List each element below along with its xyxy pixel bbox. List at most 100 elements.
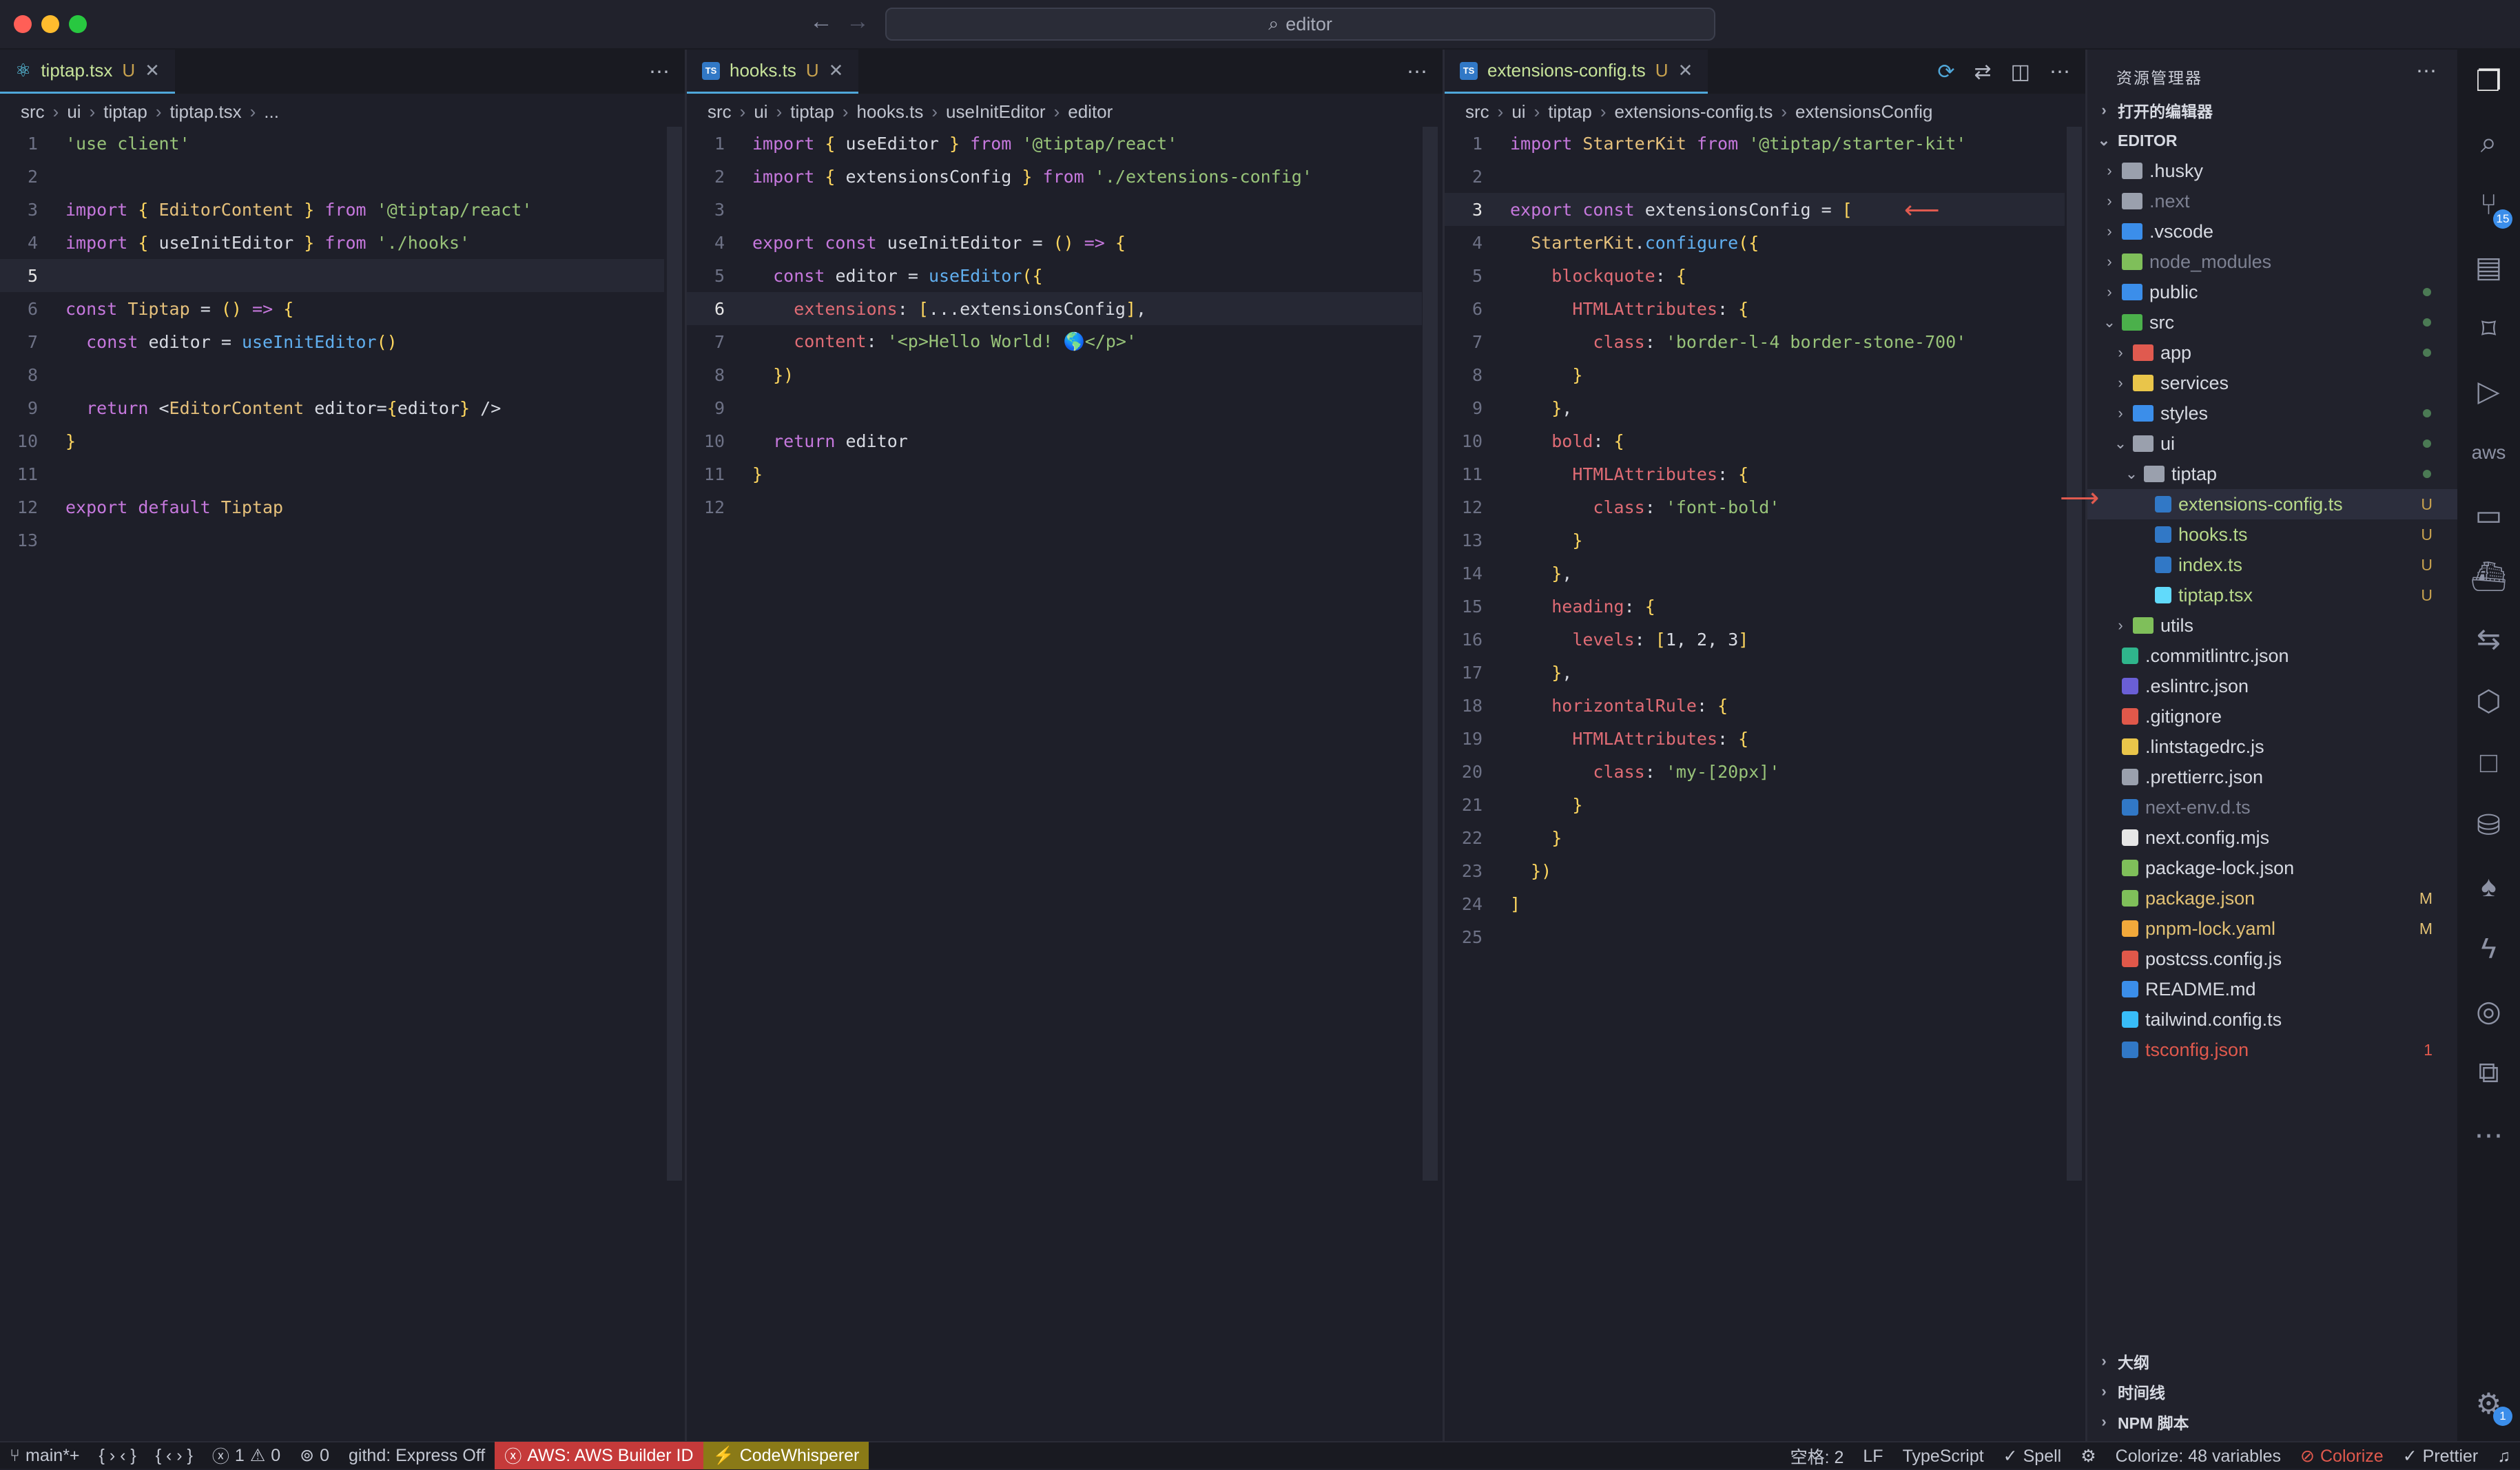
- code-line[interactable]: 7 class: 'border-l-4 border-stone-700': [1445, 325, 2065, 358]
- aws-indicator[interactable]: ⓧ AWS: AWS Builder ID: [495, 1442, 703, 1469]
- breadcrumb-item[interactable]: src: [708, 101, 732, 123]
- tree-file[interactable]: index.ts U: [2087, 550, 2457, 580]
- colorize-variables-indicator[interactable]: Colorize: 48 variables: [2106, 1442, 2291, 1470]
- code-editor[interactable]: 1 import StarterKit from '@tiptap/starter…: [1445, 127, 2065, 953]
- tree-file[interactable]: tiptap.tsx U: [2087, 580, 2457, 610]
- feedback-indicator[interactable]: ⚙: [2071, 1442, 2105, 1470]
- tree-file[interactable]: pnpm-lock.yaml M: [2087, 913, 2457, 944]
- language-indicator[interactable]: TypeScript: [1893, 1442, 1994, 1470]
- breadcrumb-item[interactable]: editor: [1068, 101, 1113, 123]
- code-line[interactable]: 9 },: [1445, 391, 2065, 424]
- breadcrumb-item[interactable]: tiptap: [790, 101, 834, 123]
- tree-file[interactable]: package-lock.json: [2087, 853, 2457, 883]
- settings-gear-icon[interactable]: ⚙ 1: [2457, 1372, 2520, 1434]
- tree-file[interactable]: .gitignore: [2087, 701, 2457, 732]
- code-line[interactable]: 10}: [0, 424, 664, 457]
- aws-icon[interactable]: aws: [2457, 422, 2520, 484]
- breadcrumb-item[interactable]: extensionsConfig: [1795, 101, 1932, 123]
- code-line[interactable]: 14 },: [1445, 557, 2065, 590]
- tree-folder[interactable]: › .next: [2087, 186, 2457, 216]
- editor-root-section[interactable]: ⌄ EDITOR: [2087, 125, 2457, 156]
- eol-indicator[interactable]: LF: [1853, 1442, 1892, 1470]
- nav-indicator-2[interactable]: { ‹ › }: [146, 1442, 203, 1469]
- tree-folder[interactable]: › styles: [2087, 398, 2457, 428]
- colorize-indicator[interactable]: ⊘ Colorize: [2291, 1442, 2393, 1470]
- code-line[interactable]: 23 }): [1445, 854, 2065, 887]
- tab-hooks-ts[interactable]: TS hooks.ts U ✕: [687, 50, 859, 94]
- tree-file[interactable]: .commitlintrc.json: [2087, 641, 2457, 671]
- code-line[interactable]: 25: [1445, 920, 2065, 953]
- run-debug-icon[interactable]: ▷: [2457, 360, 2520, 422]
- tree-file[interactable]: tsconfig.json 1: [2087, 1035, 2457, 1065]
- breadcrumb-item[interactable]: tiptap.tsx: [170, 101, 242, 123]
- breadcrumb-item[interactable]: ...: [264, 101, 279, 123]
- spell-indicator[interactable]: ✓ Spell: [1994, 1442, 2072, 1470]
- code-line[interactable]: 15 heading: {: [1445, 590, 2065, 623]
- compare-changes-icon[interactable]: ⇄: [1974, 60, 1992, 84]
- docker-icon[interactable]: ⛴: [2457, 546, 2520, 608]
- npm-scripts-section[interactable]: › NPM 脚本: [2087, 1407, 2457, 1437]
- forward-arrow-icon[interactable]: →: [846, 8, 869, 35]
- code-line[interactable]: 11: [0, 457, 664, 490]
- code-line[interactable]: 17 },: [1445, 656, 2065, 689]
- githd-indicator[interactable]: githd: Express Off: [339, 1442, 495, 1469]
- code-line[interactable]: 13: [0, 524, 664, 557]
- explorer-icon[interactable]: ❐: [2457, 50, 2520, 112]
- code-line[interactable]: 16 levels: [1, 2, 3]: [1445, 623, 2065, 656]
- code-line[interactable]: 4 StarterKit.configure({: [1445, 226, 2065, 259]
- tree-folder[interactable]: ⌄ 📂 tiptap: [2087, 459, 2457, 489]
- code-line[interactable]: 10 bold: {: [1445, 424, 2065, 457]
- back-arrow-icon[interactable]: ←: [809, 8, 833, 35]
- tab-extensions-config-ts[interactable]: TS extensions-config.ts U ✕: [1445, 50, 1708, 94]
- more-actions-icon[interactable]: ⋯: [649, 60, 670, 84]
- breadcrumb-item[interactable]: src: [1465, 101, 1489, 123]
- open-editors-section[interactable]: › 打开的编辑器: [2087, 95, 2457, 125]
- minimize-window-button[interactable]: [41, 15, 59, 33]
- tree-folder[interactable]: ⌄ 📂 ui: [2087, 428, 2457, 459]
- code-line[interactable]: 24]: [1445, 887, 2065, 920]
- tree-folder[interactable]: › .vscode: [2087, 216, 2457, 247]
- scrollbar[interactable]: [2067, 127, 2082, 1181]
- tree-folder[interactable]: › .husky: [2087, 156, 2457, 186]
- code-line[interactable]: 22 }: [1445, 821, 2065, 854]
- code-line[interactable]: 6 HTMLAttributes: {: [1445, 292, 2065, 325]
- code-line[interactable]: 20 class: 'my-[20px]': [1445, 755, 2065, 788]
- lightning-icon[interactable]: ϟ: [2457, 918, 2520, 980]
- prettier-indicator[interactable]: ✓ Prettier: [2393, 1442, 2488, 1470]
- breadcrumb-item[interactable]: useInitEditor: [946, 101, 1046, 123]
- source-control-icon[interactable]: ⑂ 15: [2457, 174, 2520, 236]
- code-line[interactable]: 3 export const extensionsConfig = [: [1445, 193, 2065, 226]
- sync-icon[interactable]: ⇆: [2457, 608, 2520, 670]
- breadcrumb-item[interactable]: tiptap: [103, 101, 147, 123]
- tree-file[interactable]: hooks.ts U: [2087, 519, 2457, 550]
- code-line[interactable]: 9: [687, 391, 1422, 424]
- code-line[interactable]: 5: [0, 259, 664, 292]
- tab-tiptap-tsx[interactable]: ⚛ tiptap.tsx U ✕: [0, 50, 175, 94]
- branch-indicator[interactable]: ⑂ main*+: [0, 1442, 90, 1469]
- remote-explorer-icon[interactable]: ▭: [2457, 484, 2520, 546]
- folder-stack-icon[interactable]: ▤: [2457, 236, 2520, 298]
- connections-icon[interactable]: ⧉: [2457, 1042, 2520, 1104]
- breadcrumb-item[interactable]: ui: [754, 101, 767, 123]
- code-line[interactable]: 1 'use client': [0, 127, 664, 160]
- code-editor[interactable]: 1 'use client' 2 3 import { EditorContent } …: [0, 127, 664, 557]
- database-icon[interactable]: ⛁: [2457, 794, 2520, 856]
- code-line[interactable]: 6 const Tiptap = () => {: [0, 292, 664, 325]
- code-line[interactable]: 11}: [687, 457, 1422, 490]
- tree-file[interactable]: next-env.d.ts: [2087, 792, 2457, 822]
- more-icon[interactable]: ⋯: [2457, 1104, 2520, 1166]
- code-line[interactable]: 12 export default Tiptap: [0, 490, 664, 524]
- code-line[interactable]: 8 }: [1445, 358, 2065, 391]
- tree-file[interactable]: package.json M: [2087, 883, 2457, 913]
- problems-indicator[interactable]: ⓧ 1 ⚠ 0: [203, 1442, 290, 1469]
- code-line[interactable]: 5 const editor = useEditor({: [687, 259, 1422, 292]
- code-line[interactable]: 1 import { useEditor } from '@tiptap/reac…: [687, 127, 1422, 160]
- command-center-search[interactable]: ⌕ editor: [885, 8, 1715, 41]
- code-line[interactable]: 2: [1445, 160, 2065, 193]
- sync-icon[interactable]: ⟳: [1937, 60, 1954, 84]
- breadcrumb-item[interactable]: src: [21, 101, 45, 123]
- split-editor-icon[interactable]: ◫: [2011, 60, 2030, 84]
- code-line[interactable]: 12 class: 'font-bold': [1445, 490, 2065, 524]
- timeline-section[interactable]: › 时间线: [2087, 1376, 2457, 1407]
- breadcrumb-item[interactable]: ui: [67, 101, 81, 123]
